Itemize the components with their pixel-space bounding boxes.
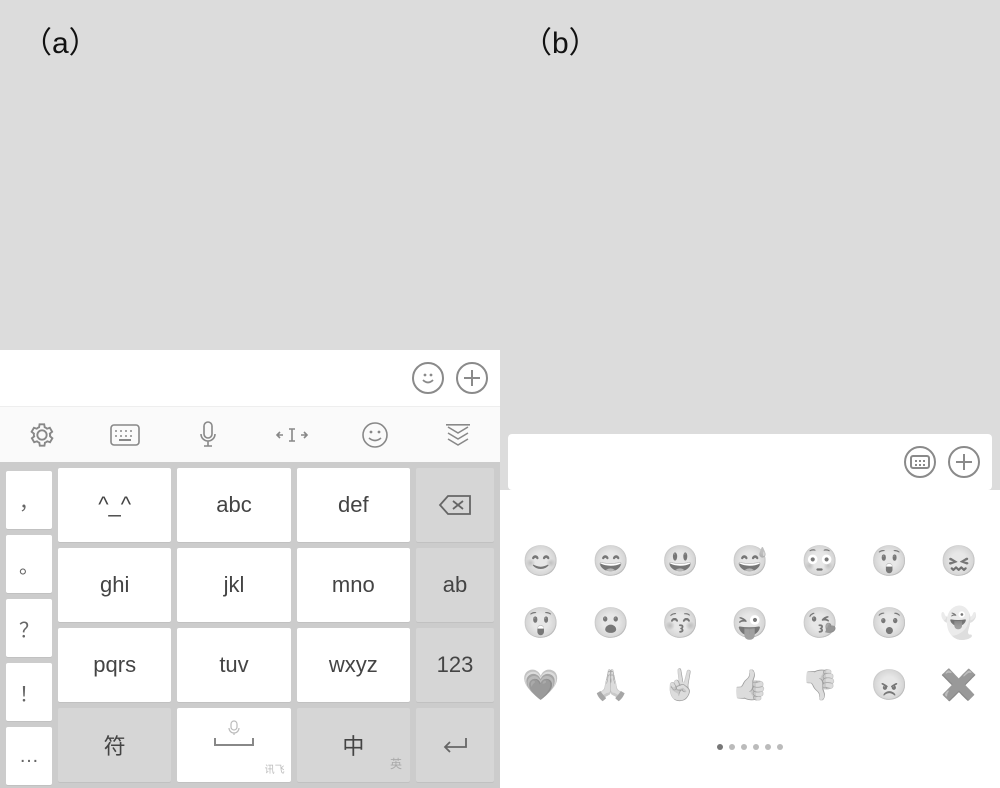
emoji-cell[interactable]: ✌️: [659, 664, 701, 706]
emoji-cell[interactable]: 😲: [520, 602, 562, 644]
emoji-cell[interactable]: 😄: [590, 540, 632, 582]
key-jkl[interactable]: jkl: [177, 548, 290, 622]
emoji-cell[interactable]: 😜: [729, 602, 771, 644]
cursor-move-icon: [275, 424, 309, 446]
emoji-cell[interactable]: 🙏: [590, 664, 632, 706]
key-pqrs[interactable]: pqrs: [58, 628, 171, 702]
panel-label-a: （a）: [22, 18, 99, 62]
pager-dot[interactable]: [717, 744, 723, 750]
emoji-toggle-button[interactable]: [406, 356, 450, 400]
message-input-bar: [0, 350, 500, 406]
enter-icon: [440, 735, 470, 755]
keyboard-switch-button[interactable]: [103, 413, 147, 457]
lang-sub: 英: [390, 755, 402, 772]
emoji-cell[interactable]: 😖: [938, 540, 980, 582]
emoji-row-2: 💗 🙏 ✌️ 👍 👎 😠 ✖️: [520, 664, 980, 706]
keyboard-icon: [110, 424, 140, 446]
pager-dot[interactable]: [729, 744, 735, 750]
emoji-cell[interactable]: 😲: [868, 540, 910, 582]
panel-a: （a） ，: [0, 0, 500, 788]
space-voice-key[interactable]: 讯飞: [177, 708, 290, 782]
emoji-cell[interactable]: 😅: [729, 540, 771, 582]
emoji-cell[interactable]: 😯: [868, 602, 910, 644]
emoji-cell[interactable]: 😃: [659, 540, 701, 582]
emoji-pager: [520, 726, 980, 778]
mic-icon: [198, 421, 218, 449]
emoji-delete[interactable]: ✖️: [938, 664, 980, 706]
punct-key-1[interactable]: 。: [6, 535, 52, 593]
key-face[interactable]: ^_^: [58, 468, 171, 542]
space-icon: [214, 744, 254, 746]
emoji-cell[interactable]: 😮: [590, 602, 632, 644]
emoji-cell[interactable]: 👻: [938, 602, 980, 644]
emoji-cell[interactable]: 👎: [799, 664, 841, 706]
key-ghi[interactable]: ghi: [58, 548, 171, 622]
emoji-cell[interactable]: 💗: [520, 664, 562, 706]
keyboard-toggle-button[interactable]: [898, 440, 942, 484]
pager-dot[interactable]: [777, 744, 783, 750]
numeric-mode-key[interactable]: 123: [416, 628, 494, 702]
lang-main: 中: [342, 729, 364, 761]
key-tuv[interactable]: tuv: [177, 628, 290, 702]
pager-dot[interactable]: [741, 744, 747, 750]
alpha-mode-key[interactable]: ab: [416, 548, 494, 622]
message-input[interactable]: [10, 358, 406, 398]
smile-outline-icon: [361, 421, 389, 449]
message-input-bar-b: [508, 434, 992, 490]
emoji-picker: 😊 😄 😃 😅 😳 😲 😖 😲 😮 😚 😜 😘 😯 👻 💗 🙏 ✌️ 👍 👎 😠: [500, 490, 1000, 788]
more-button-b[interactable]: [942, 440, 986, 484]
emoji-row-0: 😊 😄 😃 😅 😳 😲 😖: [520, 540, 980, 582]
punct-key-ellipsis-overlay: [3, 711, 49, 785]
plus-icon-b: [948, 446, 980, 478]
punct-key-2[interactable]: ？: [6, 599, 52, 657]
t9-keyboard: ， ^_^ abc def 。 ghi jkl mno ab ？ pqrs tu…: [0, 462, 500, 788]
ime-brand-label: 讯飞: [265, 761, 285, 776]
ime-emoji-button[interactable]: [353, 413, 397, 457]
panel-b: （b） 😊 😄 😃 😅 😳 😲 😖 😲 😮 😚 😜 😘 😯 👻: [500, 0, 1000, 788]
plus-icon: [456, 362, 488, 394]
mic-mini-icon: [228, 720, 240, 736]
emoji-cell[interactable]: 😳: [799, 540, 841, 582]
backspace-icon: [438, 494, 472, 516]
pager-dot[interactable]: [765, 744, 771, 750]
keyboard-circle-icon: [904, 446, 936, 478]
emoji-cell[interactable]: 👍: [729, 664, 771, 706]
settings-button[interactable]: [20, 413, 64, 457]
gear-icon: [28, 421, 56, 449]
emoji-cell[interactable]: 😠: [868, 664, 910, 706]
language-key[interactable]: 中 英: [297, 708, 410, 782]
voice-input-button[interactable]: [186, 413, 230, 457]
key-mno[interactable]: mno: [297, 548, 410, 622]
emoji-cell[interactable]: 😘: [799, 602, 841, 644]
punct-key-0[interactable]: ，: [6, 471, 52, 529]
panel-label-b: （b）: [522, 18, 599, 62]
ime-toolbar: [0, 406, 500, 462]
emoji-cell[interactable]: 😊: [520, 540, 562, 582]
emoji-cell[interactable]: 😚: [659, 602, 701, 644]
collapse-keyboard-button[interactable]: [436, 413, 480, 457]
collapse-icon: [445, 424, 471, 446]
backspace-key[interactable]: [416, 468, 494, 542]
emoji-row-1: 😲 😮 😚 😜 😘 😯 👻: [520, 602, 980, 644]
more-button[interactable]: [450, 356, 494, 400]
enter-key[interactable]: [416, 708, 494, 782]
cursor-move-button[interactable]: [270, 413, 314, 457]
chat-area-b: [500, 0, 1000, 434]
key-abc[interactable]: abc: [177, 468, 290, 542]
key-wxyz[interactable]: wxyz: [297, 628, 410, 702]
pager-dot[interactable]: [753, 744, 759, 750]
smile-icon: [412, 362, 444, 394]
symbol-key[interactable]: 符: [58, 708, 171, 782]
key-def[interactable]: def: [297, 468, 410, 542]
message-input-b[interactable]: [518, 442, 898, 482]
